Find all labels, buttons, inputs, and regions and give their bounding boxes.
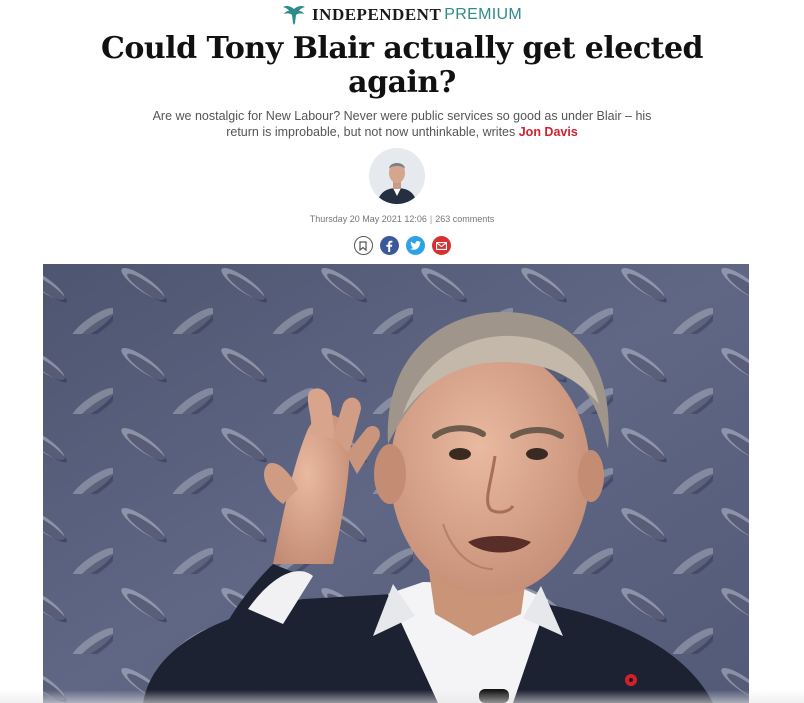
- meta-separator: |: [429, 214, 433, 224]
- publish-date: Thursday 20 May 2021 12:06: [309, 214, 427, 224]
- twitter-icon: [409, 241, 421, 250]
- share-bar: [0, 236, 804, 255]
- email-share-button[interactable]: [431, 236, 451, 255]
- email-icon: [435, 241, 447, 250]
- twitter-share-button[interactable]: [405, 236, 425, 255]
- author-portrait-image: [369, 148, 425, 204]
- hero-image: [43, 264, 749, 703]
- speaker-photo: [43, 264, 749, 703]
- article-meta: Thursday 20 May 2021 12:06 | 263 comments: [0, 214, 804, 224]
- bookmark-button[interactable]: [353, 236, 373, 255]
- eagle-logo-icon: [283, 5, 306, 25]
- masthead[interactable]: INDEPENDENT PREMIUM: [0, 4, 804, 26]
- comments-link[interactable]: 263 comments: [435, 214, 494, 224]
- brand-premium-label: PREMIUM: [444, 6, 522, 23]
- article-standfirst: Are we nostalgic for New Labour? Never w…: [140, 108, 664, 140]
- author-link[interactable]: Jon Davis: [519, 125, 578, 139]
- bookmark-icon: [359, 240, 367, 251]
- facebook-icon: [386, 240, 393, 252]
- facebook-share-button[interactable]: [379, 236, 399, 255]
- author-avatar[interactable]: [369, 148, 425, 204]
- article-headline: Could Tony Blair actually get elected ag…: [100, 31, 704, 100]
- brand-name: INDEPENDENT: [312, 5, 442, 24]
